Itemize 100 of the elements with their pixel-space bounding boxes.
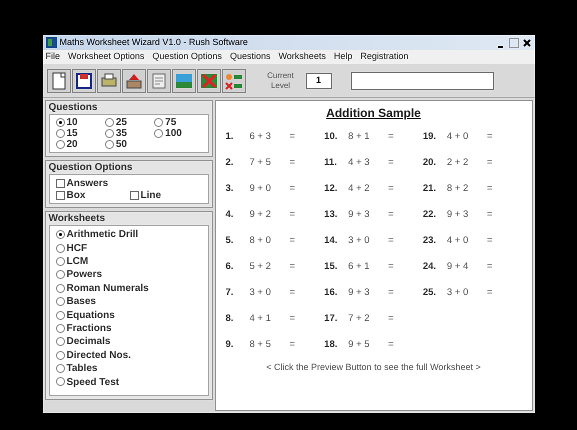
worksheet-label: Bases <box>66 295 96 310</box>
group-title: Questions <box>48 101 98 114</box>
sum-text: 9 + 3 <box>348 286 371 300</box>
equals-sign: = <box>290 286 296 300</box>
question-number: 10. <box>324 130 338 144</box>
radio-button[interactable] <box>56 350 64 360</box>
equals-sign: = <box>290 130 296 144</box>
sum-text: 9 + 5 <box>348 338 371 352</box>
question-number: 14. <box>324 234 338 248</box>
worksheet-label: Powers <box>66 268 102 282</box>
worksheet-label: Decimals <box>66 335 110 350</box>
group-title: Question Options <box>48 161 134 174</box>
worksheet-label: Equations <box>66 308 115 323</box>
sum-text: 4 + 1 <box>250 312 272 326</box>
menu-item[interactable]: Worksheets <box>278 50 326 64</box>
radio-button[interactable] <box>56 324 64 333</box>
sum-text: 9 + 0 <box>250 182 272 196</box>
radio-button[interactable] <box>56 297 64 306</box>
radio-button[interactable] <box>56 377 64 386</box>
worksheet-label: Roman Numerals <box>66 282 149 296</box>
radio-button[interactable] <box>56 364 64 374</box>
menu-item[interactable]: Help <box>334 50 352 64</box>
radio-button[interactable] <box>56 230 64 240</box>
radio-button[interactable] <box>104 140 114 149</box>
radio-button[interactable] <box>56 284 64 293</box>
question-number: 11. <box>324 156 338 170</box>
question-number: 7. <box>226 286 234 300</box>
radio-button[interactable] <box>56 140 64 149</box>
sum-text: 8 + 1 <box>348 130 371 144</box>
toolbar-button[interactable] <box>122 68 146 92</box>
toolbar-button[interactable] <box>96 68 120 92</box>
option-label: 35 <box>116 127 127 140</box>
radio-button[interactable] <box>56 256 64 266</box>
option-label: 75 <box>165 116 176 129</box>
checkbox[interactable] <box>130 190 138 200</box>
worksheet-label: Tables <box>66 362 98 376</box>
sum-text: 5 + 2 <box>250 260 272 274</box>
toolbar-button[interactable] <box>72 68 96 92</box>
radio-button[interactable] <box>154 129 164 138</box>
menu-item[interactable]: Questions <box>230 50 270 64</box>
radio-button[interactable] <box>56 118 64 127</box>
equals-sign: = <box>388 156 394 170</box>
menu-item[interactable]: File <box>46 50 60 64</box>
worksheet-label: LCM <box>66 254 88 269</box>
question-number: 16. <box>324 286 338 300</box>
question-number: 13. <box>324 208 338 222</box>
equals-sign: = <box>388 338 394 352</box>
option-label: 100 <box>165 127 182 141</box>
equals-sign: = <box>290 312 296 326</box>
menu-item[interactable]: Question Options <box>152 50 222 64</box>
save-icon <box>74 70 94 90</box>
option-label: Answers <box>66 176 108 190</box>
radio-button[interactable] <box>56 337 64 346</box>
option-label: 20 <box>66 138 78 152</box>
equals-sign: = <box>290 234 296 248</box>
option-label: 15 <box>66 127 78 140</box>
question-number: 17. <box>324 312 338 326</box>
radio-button[interactable] <box>56 129 64 138</box>
level-field[interactable]: 1 <box>306 72 332 88</box>
checkbox[interactable] <box>56 190 64 200</box>
option-label: 50 <box>116 138 127 152</box>
equals-sign: = <box>388 208 394 222</box>
equals-sign: = <box>290 208 296 222</box>
equals-sign: = <box>290 338 296 352</box>
equals-sign: = <box>486 260 492 274</box>
radio-button[interactable] <box>56 270 64 280</box>
app-icon <box>46 37 56 48</box>
text-field[interactable] <box>350 72 494 90</box>
radio-button[interactable] <box>56 310 64 320</box>
equals-sign: = <box>388 260 394 274</box>
sum-text: 2 + 2 <box>446 156 470 170</box>
menu-item[interactable]: Registration <box>360 50 408 64</box>
radio-button[interactable] <box>104 118 114 127</box>
sum-text: 9 + 3 <box>348 208 371 222</box>
question-number: 8. <box>226 312 234 326</box>
sum-text: 9 + 3 <box>446 208 470 222</box>
menu-item[interactable]: Worksheet Options <box>68 50 144 64</box>
checkbox[interactable] <box>56 178 64 188</box>
close-icon[interactable] <box>522 38 532 48</box>
toolbar-button[interactable] <box>46 68 70 92</box>
sum-text: 9 + 2 <box>250 208 272 222</box>
sum-text: 7 + 2 <box>348 312 371 326</box>
radio-button[interactable] <box>104 129 114 138</box>
level-label: Current Level <box>266 70 295 90</box>
question-number: 20. <box>422 156 438 170</box>
worksheet-label: Directed Nos. <box>66 348 131 363</box>
radio-button[interactable] <box>154 118 164 127</box>
equals-sign: = <box>290 182 296 196</box>
question-number: 6. <box>226 260 234 274</box>
question-number: 3. <box>226 182 234 196</box>
sum-text: 8 + 0 <box>250 234 272 248</box>
sum-text: 8 + 2 <box>446 182 470 196</box>
sum-text: 6 + 1 <box>348 260 371 274</box>
sum-text: 7 + 5 <box>250 156 272 170</box>
question-number: 5. <box>226 234 234 248</box>
equals-sign: = <box>290 260 296 274</box>
window-title: Maths Worksheet Wizard V1.0 - Rush Software <box>60 36 249 49</box>
option-label: Box <box>66 188 86 202</box>
radio-button[interactable] <box>56 244 64 253</box>
worksheet-label: HCF <box>66 242 88 256</box>
